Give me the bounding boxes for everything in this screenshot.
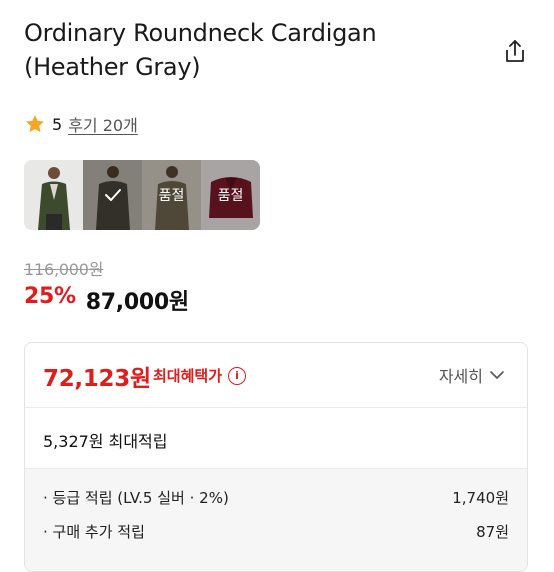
soldout-label: 품절 [217,188,244,204]
soldout-overlay: 품절 [201,160,260,230]
soldout-label: 품절 [158,188,185,204]
detail-toggle-button[interactable]: 자세히 [439,363,505,387]
soldout-overlay: 품절 [142,160,201,230]
original-price: 116,000원 [24,260,104,279]
check-icon [104,189,121,201]
benefit-panel: 72,123원 최대혜택가 i 자세히 5,327원 최대적립 · 등급 적립 … [24,342,528,572]
chevron-down-icon [490,371,504,379]
product-title: Ordinary Roundneck Cardigan (Heather Gra… [24,19,377,81]
option-thumbnail-soldout-2[interactable]: 품절 [201,160,260,230]
option-thumbnail-soldout-1[interactable]: 품절 [142,160,201,230]
benefit-header: 72,123원 최대혜택가 i 자세히 [25,343,527,408]
discount-rate: 25% [24,284,76,309]
sale-price-row: 25% 87,000원 [24,284,189,316]
share-icon[interactable] [503,38,527,64]
info-icon[interactable]: i [228,366,247,385]
max-benefit-price: 72,123원 [43,366,151,392]
breakdown-label: · 등급 적립 (LV.5 실버 · 2%) [43,489,229,507]
review-count-link[interactable]: 후기 20개 [68,112,138,136]
selected-overlay [83,160,142,230]
rating-row: 5 후기 20개 [24,111,138,137]
breakdown-label: · 구매 추가 적립 [43,523,145,541]
detail-label: 자세히 [438,367,483,386]
breakdown-value: 87원 [476,523,509,541]
breakdown-row: · 등급 적립 (LV.5 실버 · 2%) 1,740원 [43,487,509,508]
max-points-text: 5,327원 최대적립 [43,432,168,451]
points-breakdown: · 등급 적립 (LV.5 실버 · 2%) 1,740원 · 구매 추가 적립… [25,469,527,571]
option-thumbnail-gray[interactable] [24,160,83,230]
star-icon [26,115,44,133]
color-options: 품절 품절 [24,160,260,230]
breakdown-value: 1,740원 [452,489,509,507]
rating-score: 5 [52,114,63,134]
max-points-row: 5,327원 최대적립 [25,408,527,469]
breakdown-row: · 구매 추가 적립 87원 [43,521,509,542]
option-thumbnail-selected[interactable] [83,160,142,230]
sale-price: 87,000원 [85,290,189,315]
max-benefit-label: 최대혜택가 i [153,365,247,386]
max-benefit-text: 최대혜택가 [153,367,223,385]
